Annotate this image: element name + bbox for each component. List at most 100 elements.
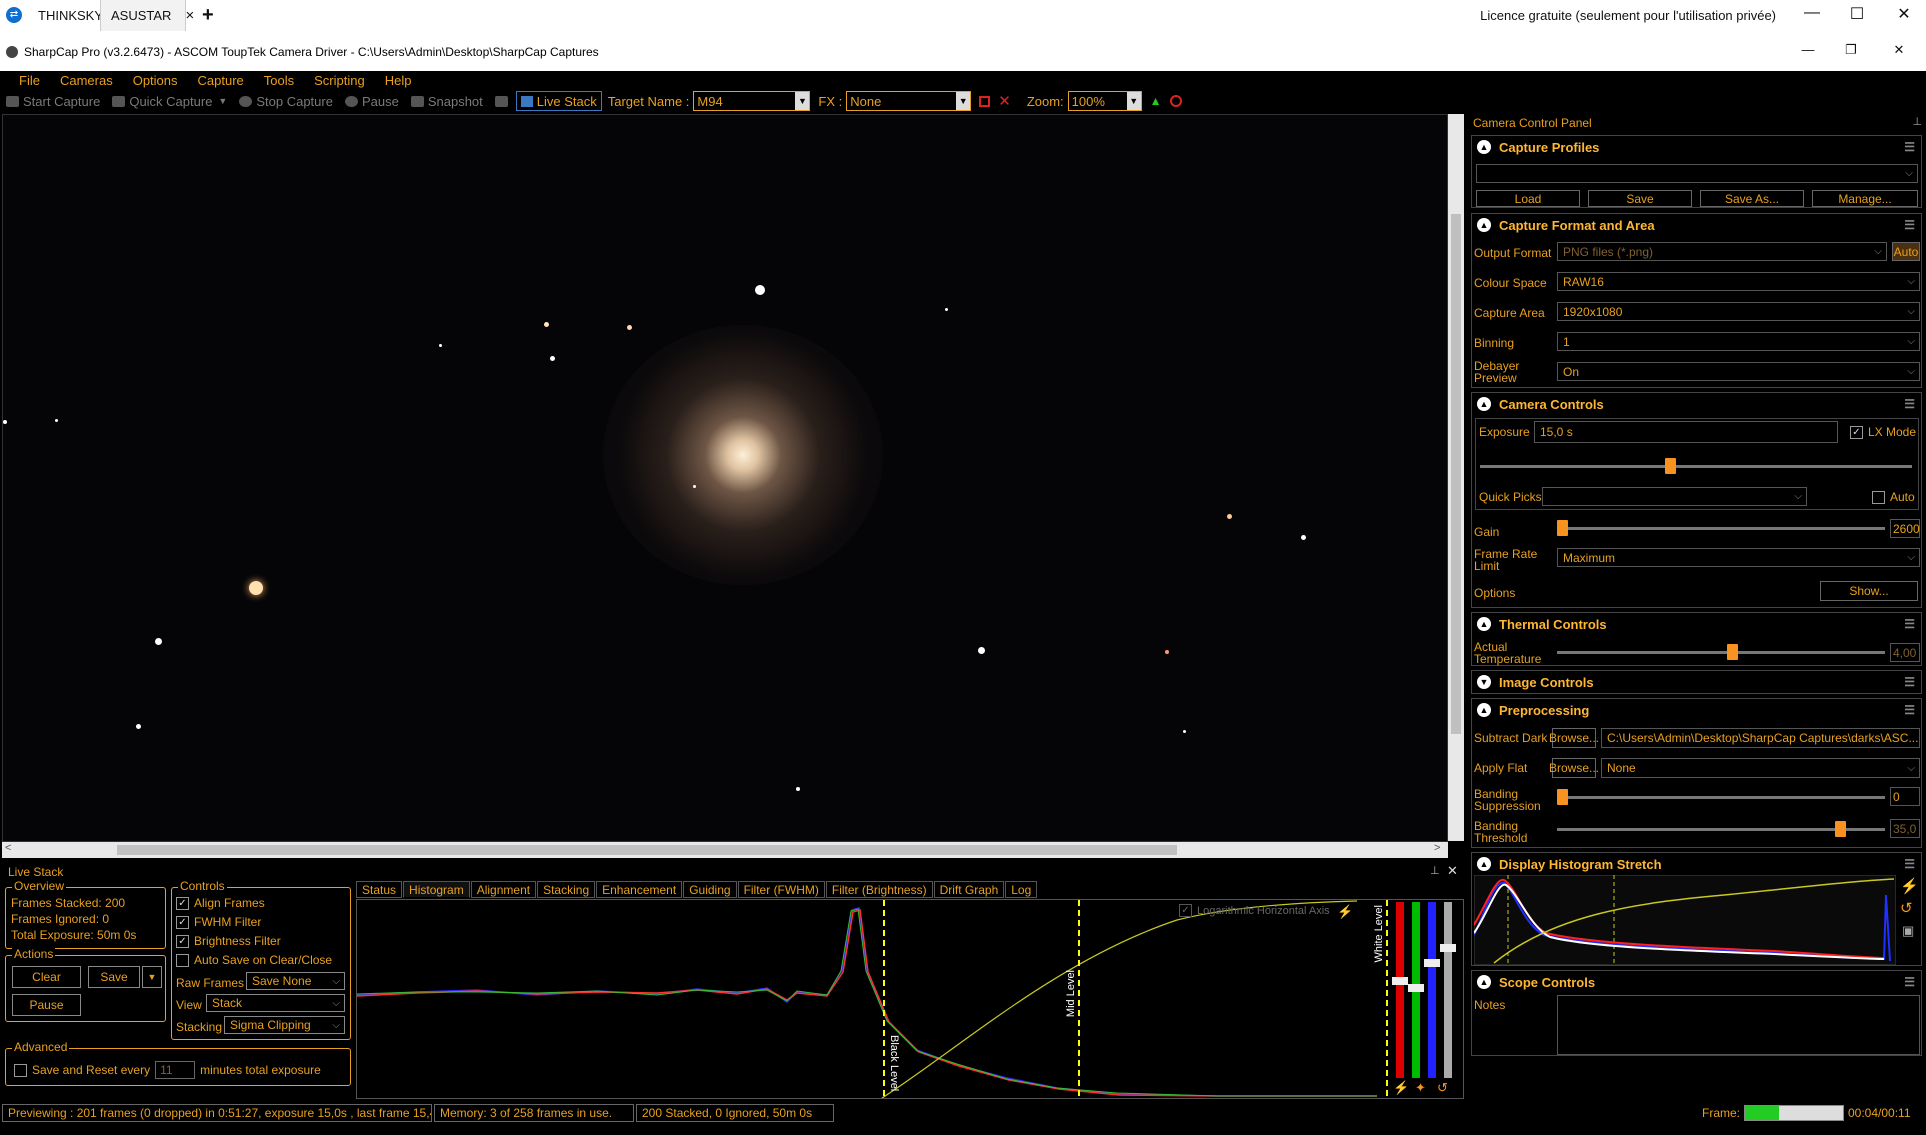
tab-status[interactable]: Status [356, 880, 403, 898]
banding-suppression-input[interactable]: 0 [1890, 787, 1920, 806]
menu-icon[interactable]: ☰ [1904, 675, 1915, 689]
slider-handle[interactable] [1392, 977, 1408, 985]
auto-stretch-icon[interactable]: ⚡ [1393, 1080, 1409, 1096]
view-select[interactable]: Stack ⌵ [206, 994, 345, 1012]
histogram-icon[interactable]: ▲ [1150, 94, 1162, 108]
snapshot-button[interactable]: Snapshot [410, 94, 483, 109]
cancel-area-icon[interactable]: ✕ [998, 92, 1011, 110]
browse-flat-button[interactable]: Browse... [1549, 758, 1599, 778]
collapse-icon[interactable]: ▲ [1477, 140, 1491, 154]
section-header[interactable]: ▲ Scope Controls ☰ [1472, 971, 1921, 993]
maximize-icon[interactable]: ☐ [1847, 4, 1867, 24]
reticle-icon[interactable] [1169, 95, 1182, 107]
slider-handle[interactable] [1408, 984, 1424, 992]
display-icon[interactable] [494, 95, 512, 107]
fwhm-filter-checkbox[interactable]: ✓ FWHM Filter [176, 915, 261, 930]
manage-button[interactable]: Manage... [1812, 190, 1918, 207]
chevron-down-icon[interactable]: ▼ [1126, 92, 1141, 110]
save-button[interactable]: Save [1588, 190, 1692, 207]
scroll-left-icon[interactable]: < [5, 842, 11, 854]
pin-icon[interactable]: ⊥ [1430, 864, 1440, 877]
save-as-button[interactable]: Save As... [1700, 190, 1804, 207]
minimize-icon[interactable]: — [1802, 4, 1822, 22]
section-header[interactable]: ▲ Camera Controls ☰ [1472, 393, 1921, 415]
slider-handle[interactable] [1424, 959, 1440, 967]
lum-slider[interactable] [1444, 902, 1452, 1078]
vertical-scrollbar[interactable] [1448, 114, 1464, 841]
red-slider[interactable] [1396, 902, 1404, 1078]
remote-tab-asustar[interactable]: ASUSTAR × [100, 0, 194, 31]
quick-picks-auto-checkbox[interactable]: Auto [1872, 490, 1915, 505]
tab-enhancement[interactable]: Enhancement [596, 880, 683, 898]
tab-stacking[interactable]: Stacking [537, 880, 596, 898]
menu-help[interactable]: Help [385, 73, 412, 88]
exposure-input[interactable]: 15,0 s [1534, 421, 1838, 443]
log-axis-checkbox[interactable]: ✓ Logarithmic Horizontal Axis [1179, 904, 1330, 917]
notes-textarea[interactable] [1557, 995, 1920, 1055]
section-header[interactable]: ▲ Display Histogram Stretch ☰ [1472, 853, 1921, 875]
tab-drift-graph[interactable]: Drift Graph [933, 880, 1005, 898]
save-icon[interactable]: ▣ [1902, 923, 1914, 939]
auto-stretch-icon[interactable]: ⚡ [1900, 877, 1919, 895]
reset-icon[interactable]: ↺ [1900, 899, 1913, 917]
exposure-slider-track[interactable] [1480, 465, 1912, 468]
menu-icon[interactable]: ☰ [1904, 617, 1915, 631]
menu-cameras[interactable]: Cameras [60, 73, 113, 88]
flat-file-select[interactable]: None ⌵ [1601, 758, 1920, 778]
live-stack-histogram[interactable]: Black Level Mid Level White Level ✓ Logar… [356, 899, 1464, 1099]
stop-capture-button[interactable]: Stop Capture [239, 94, 333, 109]
clear-button[interactable]: Clear [12, 966, 81, 988]
restore-icon[interactable]: ❐ [1841, 42, 1861, 58]
section-header[interactable]: ▲ Capture Format and Area ☰ [1472, 214, 1921, 236]
auto-stretch-icon[interactable]: ⚡ [1337, 904, 1353, 920]
banding-suppression-thumb[interactable] [1557, 789, 1568, 805]
menu-icon[interactable]: ☰ [1904, 397, 1915, 411]
banding-threshold-thumb[interactable] [1835, 821, 1846, 837]
collapse-icon[interactable]: ▲ [1477, 218, 1491, 232]
collapse-icon[interactable]: ▲ [1477, 703, 1491, 717]
menu-icon[interactable]: ☰ [1904, 703, 1915, 717]
menu-icon[interactable]: ☰ [1904, 975, 1915, 989]
show-options-button[interactable]: Show... [1820, 581, 1918, 601]
browse-dark-button[interactable]: Browse... [1549, 728, 1599, 748]
dark-file-select[interactable]: C:\Users\Admin\Desktop\SharpCap Captures… [1601, 728, 1920, 748]
exposure-slider-thumb[interactable] [1665, 458, 1676, 474]
collapse-icon[interactable]: ▲ [1477, 975, 1491, 989]
close-icon[interactable]: ✕ [1889, 42, 1909, 58]
scroll-right-icon[interactable]: > [1434, 842, 1440, 854]
blue-slider[interactable] [1428, 902, 1436, 1078]
expand-icon[interactable]: ▼ [1477, 675, 1491, 689]
gain-input[interactable]: 2600 [1890, 519, 1920, 538]
tab-filter-brightness[interactable]: Filter (Brightness) [825, 880, 933, 898]
scroll-thumb[interactable] [1451, 214, 1461, 734]
align-frames-checkbox[interactable]: ✓ Align Frames [176, 896, 265, 911]
channel-sliders[interactable] [1390, 902, 1460, 1078]
start-capture-button[interactable]: Start Capture [6, 94, 100, 109]
load-button[interactable]: Load [1476, 190, 1580, 207]
save-reset-checkbox[interactable] [14, 1063, 27, 1077]
menu-options[interactable]: Options [133, 73, 178, 88]
menu-icon[interactable]: ☰ [1904, 857, 1915, 871]
section-header[interactable]: ▲ Preprocessing ☰ [1472, 699, 1921, 721]
chevron-down-icon[interactable]: ▼ [142, 966, 162, 988]
banding-threshold-input[interactable]: 35,0 [1890, 819, 1920, 838]
brightness-filter-checkbox[interactable]: ✓ Brightness Filter [176, 934, 281, 949]
stretch-histogram[interactable] [1474, 875, 1896, 965]
pin-icon[interactable]: ⊥ [1912, 115, 1922, 128]
section-header[interactable]: ▲ Thermal Controls ☰ [1472, 613, 1921, 635]
new-tab-button[interactable]: + [192, 0, 224, 31]
minimize-icon[interactable]: — [1798, 42, 1818, 57]
close-icon[interactable]: ✕ [1894, 4, 1914, 24]
scroll-thumb[interactable] [117, 845, 1177, 855]
debayer-select[interactable]: On ⌵ [1557, 362, 1920, 381]
collapse-icon[interactable]: ▲ [1477, 617, 1491, 631]
menu-icon[interactable]: ☰ [1904, 218, 1915, 232]
colour-space-select[interactable]: RAW16 ⌵ [1557, 272, 1920, 291]
fx-select[interactable]: None ▼ [846, 91, 972, 111]
quick-capture-button[interactable]: Quick Capture ▼ [112, 94, 227, 109]
raw-frames-select[interactable]: Save None ⌵ [246, 972, 345, 990]
select-area-icon[interactable] [979, 95, 991, 107]
menu-icon[interactable]: ☰ [1904, 140, 1915, 154]
live-stack-button[interactable]: Live Stack [515, 91, 602, 111]
pause-stack-button[interactable]: Pause [12, 994, 81, 1016]
